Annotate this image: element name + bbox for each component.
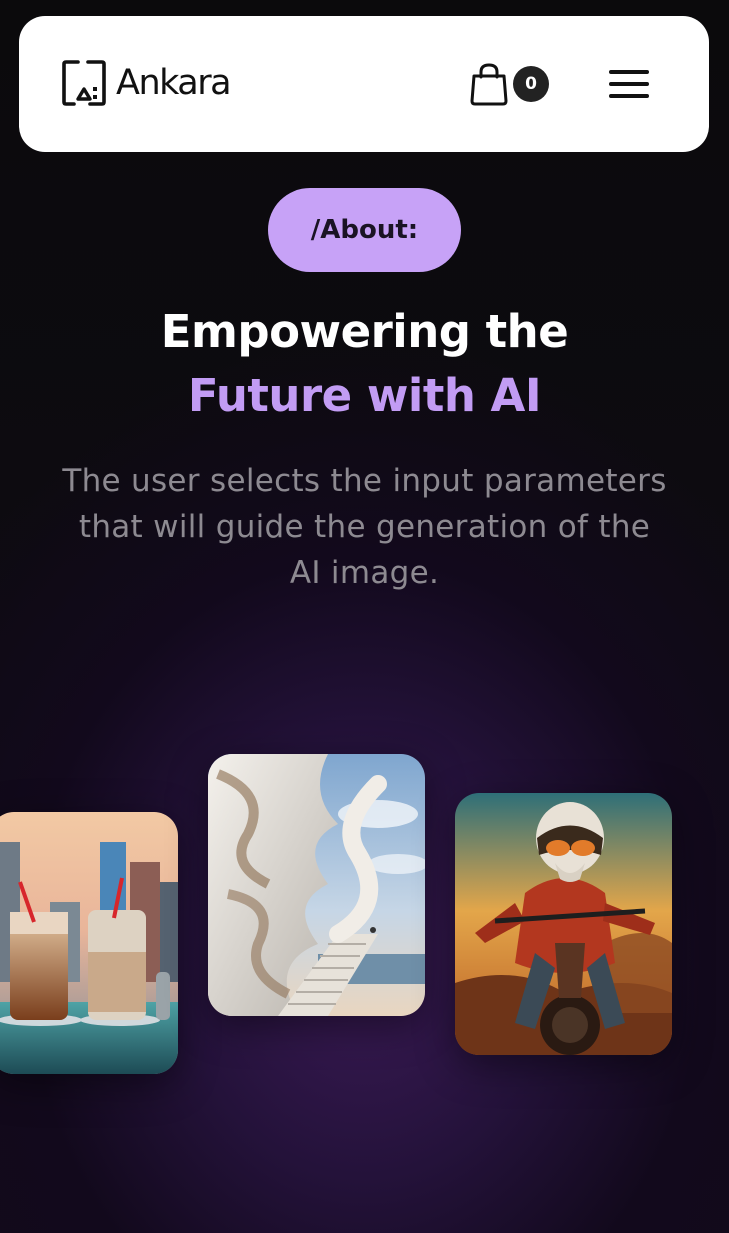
menu-button[interactable]	[607, 64, 651, 104]
shopping-bag-icon	[470, 63, 508, 106]
hero-headline: Empowering the Future with AI	[0, 300, 729, 428]
headline-line-1: Empowering the	[160, 305, 569, 358]
hamburger-line	[609, 94, 649, 98]
brand-logo[interactable]: Ankara	[62, 58, 232, 108]
ankara-logo-icon	[62, 60, 106, 106]
iced-coffee-drinks-image[interactable]	[0, 812, 178, 1074]
top-navigation-bar: Ankara 0	[19, 16, 709, 152]
motocross-rider-image[interactable]	[455, 793, 672, 1055]
brand-name: Ankara	[116, 62, 232, 103]
cart-count-badge: 0	[513, 66, 549, 102]
hero-subtitle: The user selects the input parameters th…	[62, 463, 667, 591]
hamburger-menu-icon	[609, 70, 649, 74]
futuristic-architecture-image[interactable]	[208, 754, 425, 1016]
headline-line-2-accent: Future with AI	[187, 369, 542, 422]
about-badge[interactable]: /About:	[268, 188, 461, 272]
cart-button[interactable]: 0	[469, 60, 553, 108]
hamburger-line	[609, 82, 649, 86]
